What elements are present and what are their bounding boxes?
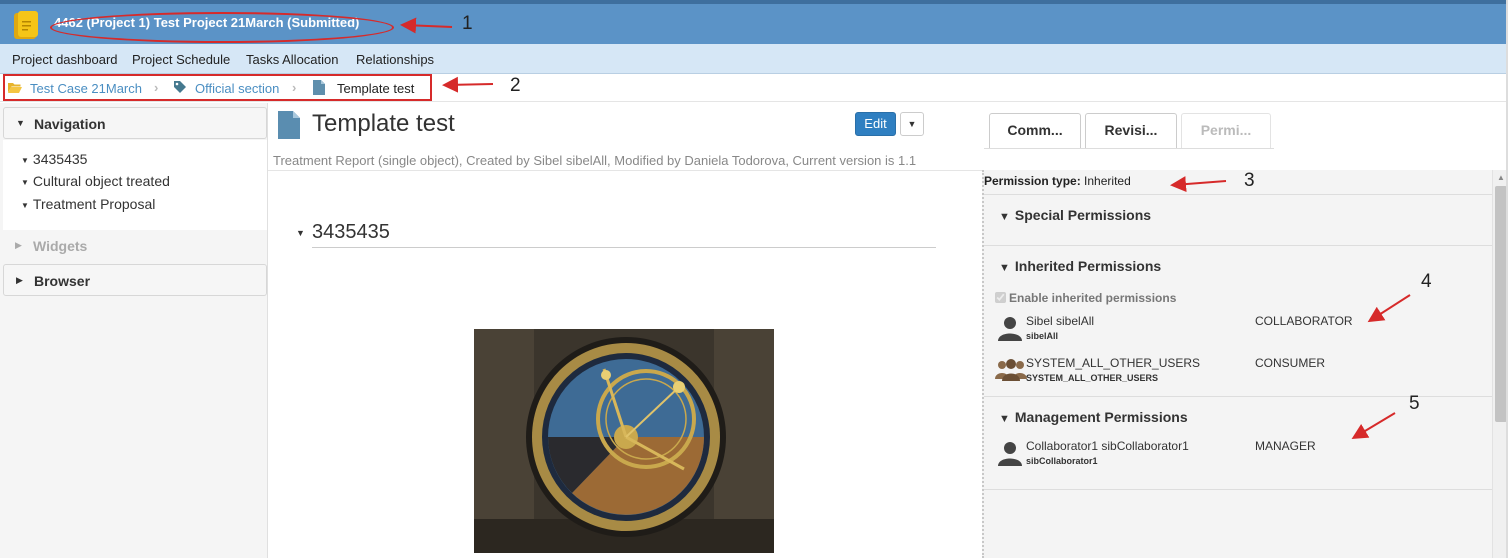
checkbox[interactable] bbox=[995, 292, 1006, 303]
management-permissions-label: Management Permissions bbox=[1014, 409, 1188, 425]
user-name: Sibel sibelAll bbox=[1026, 314, 1095, 328]
menu-project-schedule[interactable]: Project Schedule bbox=[132, 52, 230, 67]
caret-down-icon: ▼ bbox=[999, 211, 1010, 223]
user-login: sibCollaborator1 bbox=[1026, 456, 1098, 466]
annotation-number-5: 5 bbox=[1409, 393, 1420, 414]
caret-down-icon: ▼ bbox=[21, 155, 29, 165]
document-icon bbox=[278, 111, 300, 139]
user-role: MANAGER bbox=[1255, 439, 1316, 453]
nav-item-label: 3435435 bbox=[32, 151, 88, 167]
scroll-up-arrow-icon[interactable]: ▲ bbox=[1497, 173, 1505, 182]
browser-label: Browser bbox=[34, 273, 91, 289]
caret-right-icon: ▶ bbox=[15, 240, 22, 250]
permission-type-value: Inherited bbox=[1084, 174, 1131, 188]
menu-project-dashboard[interactable]: Project dashboard bbox=[12, 52, 118, 67]
annotation-box-2 bbox=[3, 74, 432, 101]
document-title: Template test bbox=[312, 110, 455, 137]
annotation-number-1: 1 bbox=[462, 13, 473, 34]
section-divider bbox=[312, 247, 936, 248]
permission-type-label: Permission type: bbox=[984, 174, 1081, 188]
document-metadata: Treatment Report (single object), Create… bbox=[273, 153, 917, 168]
project-menu-bar: Project dashboard Project Schedule Tasks… bbox=[0, 44, 1508, 74]
inherited-permissions-label: Inherited Permissions bbox=[1014, 258, 1162, 274]
nav-item-treatment-proposal[interactable]: ▼ Treatment Proposal bbox=[21, 196, 155, 212]
user-name: SYSTEM_ALL_OTHER_USERS bbox=[1026, 356, 1201, 370]
widgets-panel-header: ▶ Widgets bbox=[3, 230, 267, 262]
annotation-number-3: 3 bbox=[1244, 170, 1255, 191]
tab-comments[interactable]: Comm... bbox=[989, 113, 1081, 148]
navigation-panel-header[interactable]: ▼ Navigation bbox=[3, 107, 267, 139]
permission-type: Permission type: Inherited bbox=[984, 174, 1131, 188]
management-permissions-header[interactable]: ▼ Management Permissions bbox=[999, 409, 1188, 425]
inherited-permissions-header[interactable]: ▼ Inherited Permissions bbox=[999, 258, 1161, 274]
left-sidebar: ▼ Navigation ▼ 3435435 ▼ Cultural object t… bbox=[0, 103, 268, 558]
user-icon bbox=[998, 442, 1022, 466]
caret-down-icon: ▼ bbox=[16, 118, 25, 128]
caret-down-icon: ▼ bbox=[999, 413, 1010, 425]
nav-item-label: Treatment Proposal bbox=[32, 196, 156, 212]
user-name: Collaborator1 sibCollaborator1 bbox=[1026, 439, 1189, 453]
annotation-number-2: 2 bbox=[510, 75, 521, 96]
browser-panel-header[interactable]: ▶ Browser bbox=[3, 264, 267, 296]
navigation-label: Navigation bbox=[34, 116, 106, 132]
edit-button[interactable]: Edit bbox=[855, 112, 896, 136]
project-folder-icon[interactable] bbox=[13, 10, 41, 40]
caret-down-icon: ▼ bbox=[21, 200, 29, 210]
widgets-label: Widgets bbox=[33, 238, 88, 254]
enable-inherited-checkbox[interactable]: Enable inherited permissions bbox=[995, 291, 1176, 305]
user-login: sibelAll bbox=[1026, 331, 1059, 341]
nav-item-3435435[interactable]: ▼ 3435435 bbox=[21, 151, 87, 167]
tab-permissions[interactable]: Permi... bbox=[1181, 113, 1271, 148]
group-icon bbox=[995, 359, 1027, 381]
section-toggle-caret-icon[interactable]: ▼ bbox=[296, 228, 305, 238]
navigation-tree: ▼ 3435435 ▼ Cultural object treated ▼ Treat… bbox=[3, 140, 267, 230]
caret-right-icon: ▶ bbox=[16, 275, 23, 285]
caret-down-icon: ▼ bbox=[907, 119, 917, 129]
divider bbox=[984, 245, 1492, 246]
special-permissions-header[interactable]: ▼ Special Permissions bbox=[999, 207, 1151, 223]
user-login: SYSTEM_ALL_OTHER_USERS bbox=[1026, 373, 1159, 383]
divider bbox=[984, 194, 1492, 195]
annotation-ellipse-1 bbox=[50, 12, 394, 43]
edit-options-dropdown[interactable]: ▼ bbox=[900, 112, 924, 136]
user-role: COLLABORATOR bbox=[1255, 314, 1353, 328]
section-title: 3435435 bbox=[312, 221, 390, 243]
tabs-divider bbox=[984, 148, 1274, 149]
user-icon bbox=[998, 317, 1022, 341]
special-permissions-label: Special Permissions bbox=[1014, 207, 1152, 223]
caret-down-icon: ▼ bbox=[999, 262, 1010, 274]
menu-tasks-allocation[interactable]: Tasks Allocation bbox=[246, 52, 339, 67]
caret-down-icon: ▼ bbox=[21, 177, 29, 187]
user-role: CONSUMER bbox=[1255, 356, 1326, 370]
nav-item-label: Cultural object treated bbox=[32, 173, 170, 189]
tab-revisions[interactable]: Revisi... bbox=[1085, 113, 1177, 148]
menu-relationships[interactable]: Relationships bbox=[356, 52, 434, 67]
astronomical-clock-image[interactable] bbox=[474, 329, 774, 553]
nav-item-cultural-object[interactable]: ▼ Cultural object treated bbox=[21, 173, 170, 189]
divider bbox=[984, 489, 1492, 490]
enable-inherited-label: Enable inherited permissions bbox=[1009, 291, 1177, 305]
annotation-number-4: 4 bbox=[1421, 271, 1432, 292]
